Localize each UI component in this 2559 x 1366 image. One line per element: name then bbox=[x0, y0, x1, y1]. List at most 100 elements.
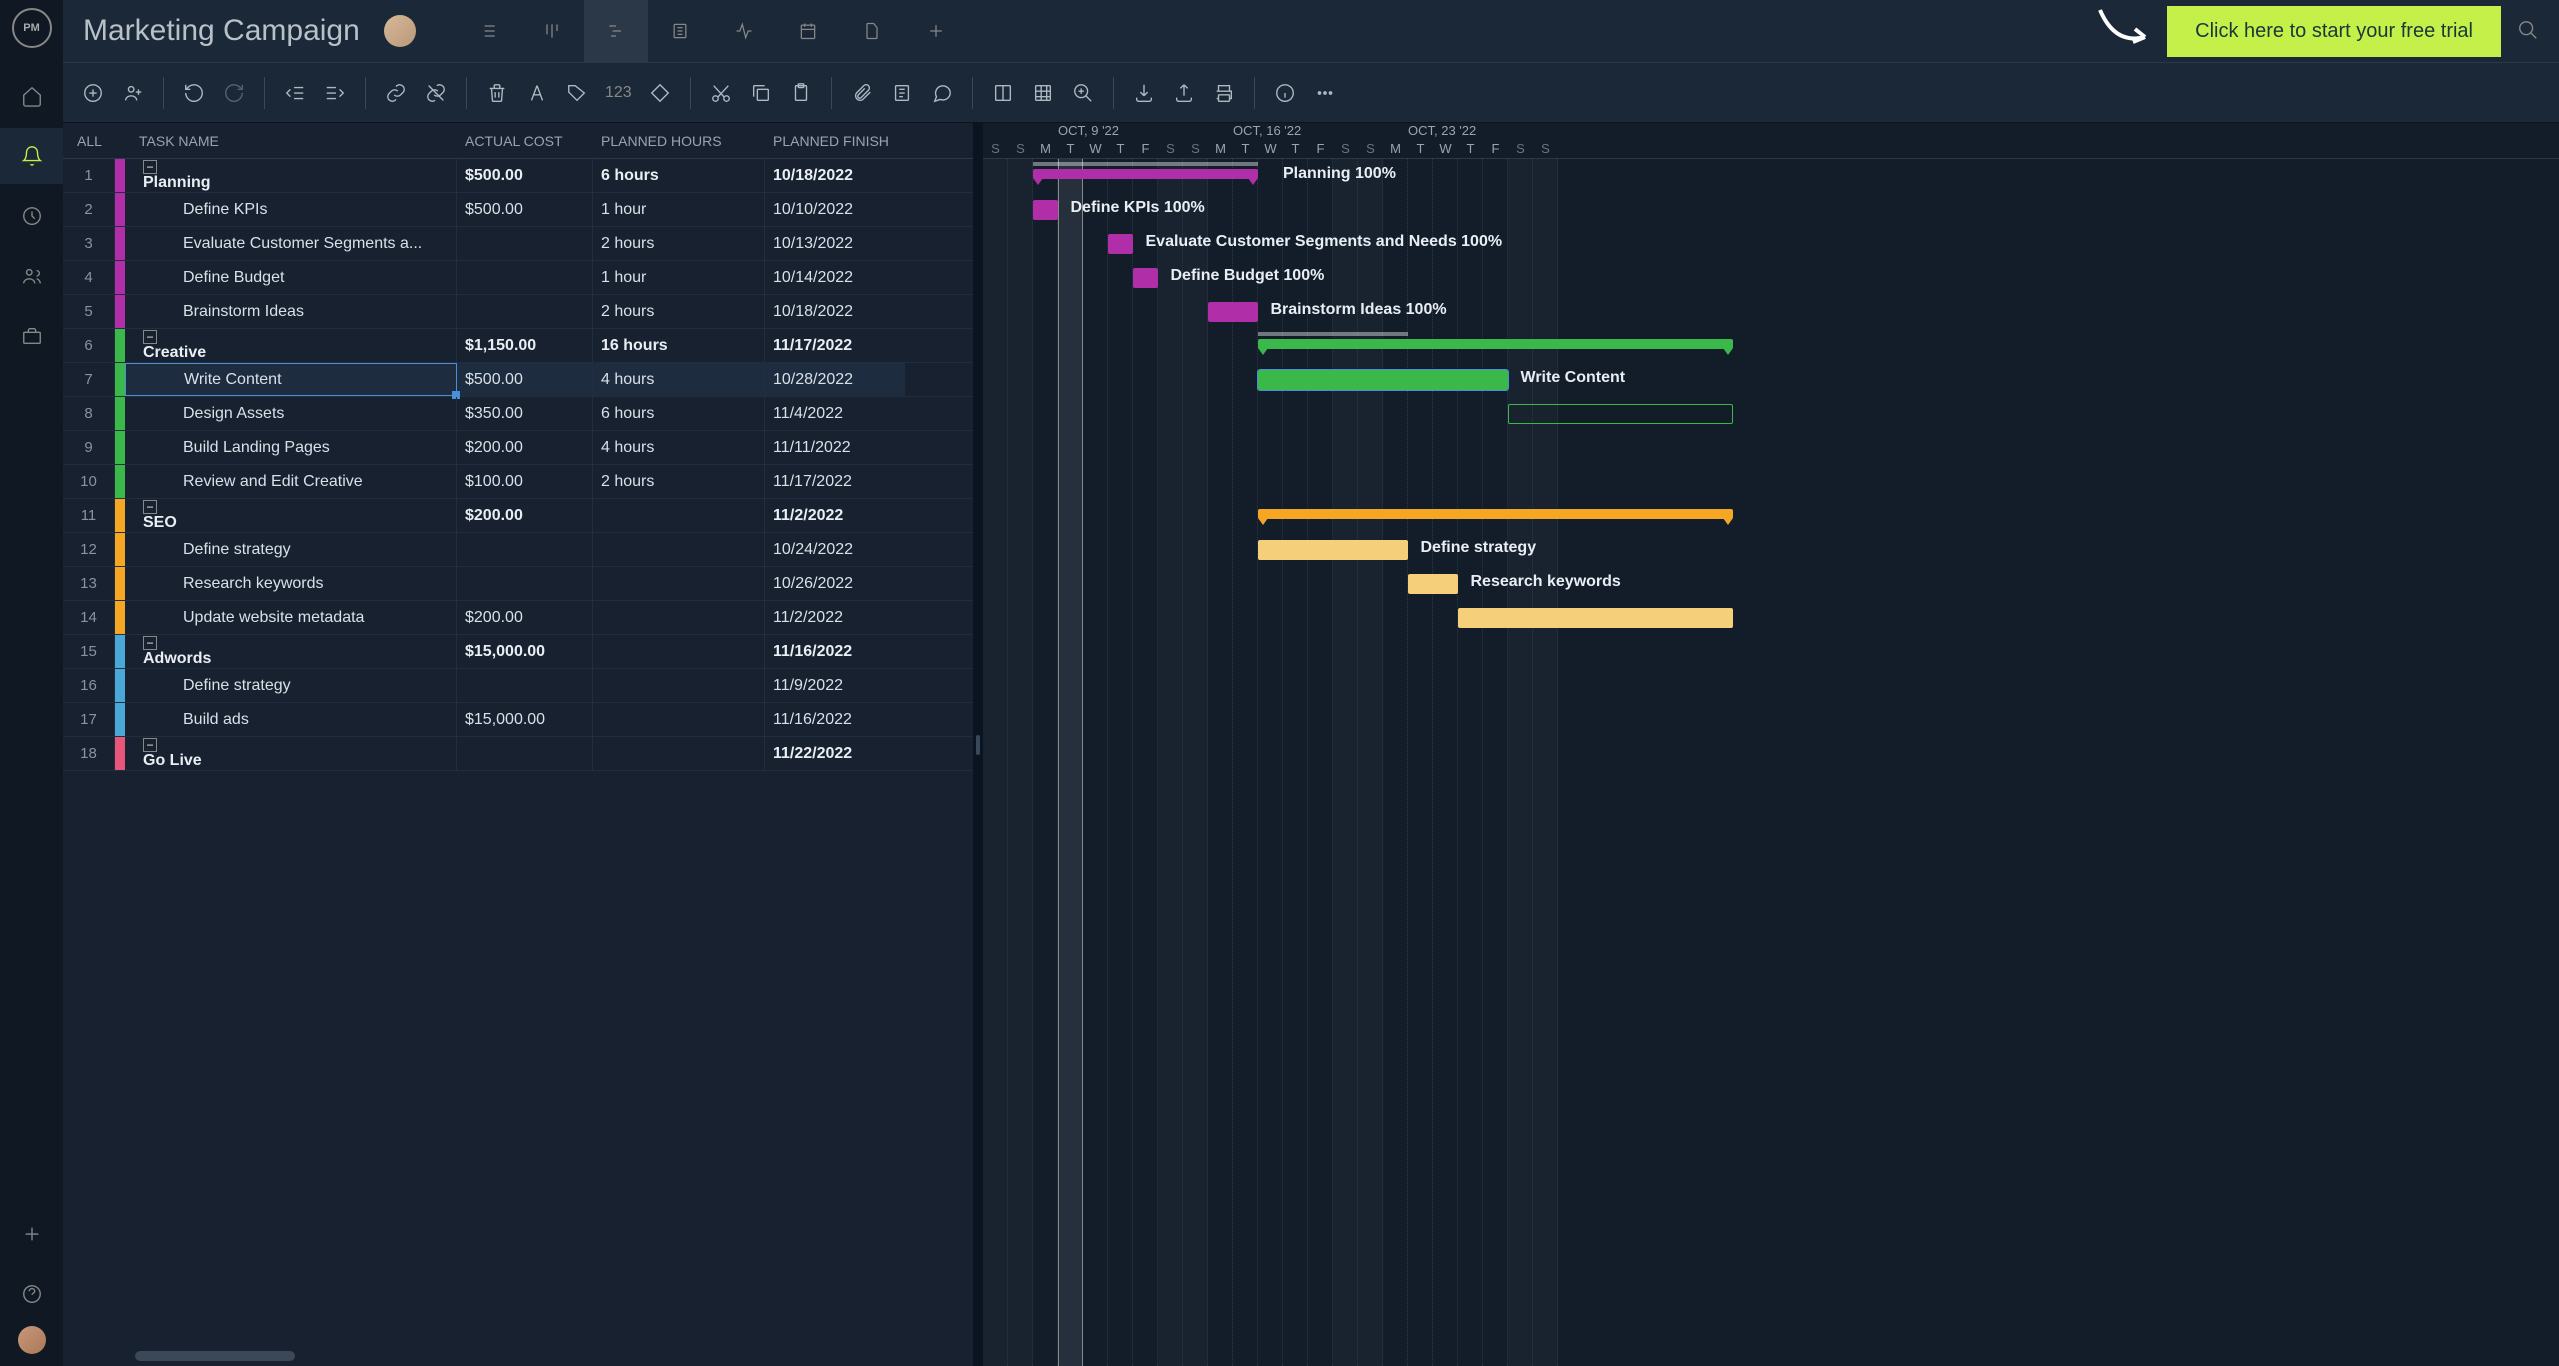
zoom-icon[interactable] bbox=[1065, 75, 1101, 111]
hours-cell[interactable] bbox=[593, 601, 765, 634]
task-name-cell[interactable]: −Creative bbox=[125, 329, 457, 362]
task-name-cell[interactable]: Define Budget bbox=[125, 261, 457, 294]
hours-cell[interactable]: 2 hours bbox=[593, 465, 765, 498]
import-icon[interactable] bbox=[1126, 75, 1162, 111]
collapse-icon[interactable]: − bbox=[143, 330, 157, 344]
pane-splitter[interactable] bbox=[973, 123, 983, 1366]
task-row[interactable]: 5Brainstorm Ideas2 hours10/18/2022 bbox=[63, 295, 973, 329]
task-row[interactable]: 10Review and Edit Creative$100.002 hours… bbox=[63, 465, 973, 499]
task-name-cell[interactable]: Review and Edit Creative bbox=[125, 465, 457, 498]
hours-cell[interactable] bbox=[593, 703, 765, 736]
add-person-icon[interactable] bbox=[115, 75, 151, 111]
list-view-icon[interactable] bbox=[456, 0, 520, 63]
comment-icon[interactable] bbox=[924, 75, 960, 111]
indent-icon[interactable] bbox=[317, 75, 353, 111]
gantt-bar[interactable] bbox=[1508, 404, 1733, 424]
task-row[interactable]: 12Define strategy10/24/2022 bbox=[63, 533, 973, 567]
cost-cell[interactable]: $200.00 bbox=[457, 431, 593, 464]
bell-nav-icon[interactable] bbox=[0, 128, 63, 184]
gantt-view-icon[interactable] bbox=[584, 0, 648, 63]
task-name-cell[interactable]: Define strategy bbox=[125, 533, 457, 566]
home-nav-icon[interactable] bbox=[0, 68, 63, 124]
gantt-bar[interactable] bbox=[1258, 509, 1733, 519]
task-row[interactable]: 15−Adwords$15,000.0011/16/2022 bbox=[63, 635, 973, 669]
finish-cell[interactable]: 10/10/2022 bbox=[765, 193, 905, 226]
undo-icon[interactable] bbox=[176, 75, 212, 111]
gantt-bar[interactable] bbox=[1208, 302, 1258, 322]
finish-cell[interactable]: 11/2/2022 bbox=[765, 601, 905, 634]
cost-cell[interactable] bbox=[457, 567, 593, 600]
finish-cell[interactable]: 11/17/2022 bbox=[765, 465, 905, 498]
user-avatar[interactable] bbox=[18, 1326, 46, 1354]
finish-cell[interactable]: 11/16/2022 bbox=[765, 703, 905, 736]
task-row[interactable]: 1−Planning$500.006 hours10/18/2022 bbox=[63, 159, 973, 193]
finish-cell[interactable]: 11/17/2022 bbox=[765, 329, 905, 362]
collapse-icon[interactable]: − bbox=[143, 160, 157, 174]
cost-cell[interactable]: $15,000.00 bbox=[457, 703, 593, 736]
hours-cell[interactable]: 2 hours bbox=[593, 227, 765, 260]
note-icon[interactable] bbox=[884, 75, 920, 111]
finish-cell[interactable]: 10/26/2022 bbox=[765, 567, 905, 600]
finish-cell[interactable]: 11/4/2022 bbox=[765, 397, 905, 430]
hours-cell[interactable]: 1 hour bbox=[593, 261, 765, 294]
cost-cell[interactable] bbox=[457, 533, 593, 566]
finish-cell[interactable]: 11/9/2022 bbox=[765, 669, 905, 702]
task-row[interactable]: 9Build Landing Pages$200.004 hours11/11/… bbox=[63, 431, 973, 465]
people-nav-icon[interactable] bbox=[0, 248, 63, 304]
app-logo[interactable]: PM bbox=[12, 8, 52, 48]
gantt-bar[interactable] bbox=[1133, 268, 1158, 288]
redo-icon[interactable] bbox=[216, 75, 252, 111]
finish-cell[interactable]: 10/13/2022 bbox=[765, 227, 905, 260]
cost-cell[interactable]: $200.00 bbox=[457, 601, 593, 634]
outdent-icon[interactable] bbox=[277, 75, 313, 111]
finish-cell[interactable]: 10/18/2022 bbox=[765, 295, 905, 328]
hours-cell[interactable]: 2 hours bbox=[593, 295, 765, 328]
task-name-cell[interactable]: Build Landing Pages bbox=[125, 431, 457, 464]
calendar-view-icon[interactable] bbox=[776, 0, 840, 63]
hours-cell[interactable]: 1 hour bbox=[593, 193, 765, 226]
collapse-icon[interactable]: − bbox=[143, 738, 157, 752]
task-row[interactable]: 6−Creative$1,150.0016 hours11/17/2022 bbox=[63, 329, 973, 363]
paste-icon[interactable] bbox=[783, 75, 819, 111]
hours-cell[interactable] bbox=[593, 533, 765, 566]
sheet-view-icon[interactable] bbox=[648, 0, 712, 63]
cost-cell[interactable]: $1,150.00 bbox=[457, 329, 593, 362]
help-nav-icon[interactable] bbox=[0, 1266, 63, 1322]
briefcase-nav-icon[interactable] bbox=[0, 308, 63, 364]
task-name-cell[interactable]: Build ads bbox=[125, 703, 457, 736]
grid-icon[interactable] bbox=[1025, 75, 1061, 111]
grid-horizontal-scrollbar[interactable] bbox=[63, 1346, 973, 1366]
cost-cell[interactable] bbox=[457, 669, 593, 702]
col-actual-cost[interactable]: ACTUAL COST bbox=[457, 123, 593, 158]
finish-cell[interactable]: 10/18/2022 bbox=[765, 159, 905, 192]
task-row[interactable]: 7Write Content$500.004 hours10/28/2022 bbox=[63, 363, 973, 397]
board-view-icon[interactable] bbox=[520, 0, 584, 63]
task-name-cell[interactable]: −Adwords bbox=[125, 635, 457, 668]
hours-cell[interactable]: 4 hours bbox=[593, 431, 765, 464]
cost-cell[interactable]: $15,000.00 bbox=[457, 635, 593, 668]
finish-cell[interactable]: 10/28/2022 bbox=[765, 363, 905, 396]
task-row[interactable]: 17Build ads$15,000.0011/16/2022 bbox=[63, 703, 973, 737]
text-icon[interactable] bbox=[519, 75, 555, 111]
attachment-icon[interactable] bbox=[844, 75, 880, 111]
gantt-bar[interactable] bbox=[1258, 370, 1508, 390]
col-planned-hours[interactable]: PLANNED HOURS bbox=[593, 123, 765, 158]
hours-cell[interactable]: 16 hours bbox=[593, 329, 765, 362]
hours-cell[interactable] bbox=[593, 567, 765, 600]
gantt-bar[interactable] bbox=[1033, 200, 1058, 220]
columns-icon[interactable] bbox=[985, 75, 1021, 111]
task-row[interactable]: 4Define Budget1 hour10/14/2022 bbox=[63, 261, 973, 295]
cost-cell[interactable] bbox=[457, 261, 593, 294]
finish-cell[interactable]: 11/11/2022 bbox=[765, 431, 905, 464]
finish-cell[interactable]: 10/24/2022 bbox=[765, 533, 905, 566]
gantt-bar[interactable] bbox=[1408, 574, 1458, 594]
finish-cell[interactable]: 11/16/2022 bbox=[765, 635, 905, 668]
delete-icon[interactable] bbox=[479, 75, 515, 111]
gantt-bar[interactable] bbox=[1108, 234, 1133, 254]
activity-view-icon[interactable] bbox=[712, 0, 776, 63]
task-name-cell[interactable]: Define KPIs bbox=[125, 193, 457, 226]
col-task-name[interactable]: TASK NAME bbox=[125, 123, 457, 158]
cost-cell[interactable]: $500.00 bbox=[457, 159, 593, 192]
task-name-cell[interactable]: Research keywords bbox=[125, 567, 457, 600]
task-row[interactable]: 18−Go Live11/22/2022 bbox=[63, 737, 973, 771]
